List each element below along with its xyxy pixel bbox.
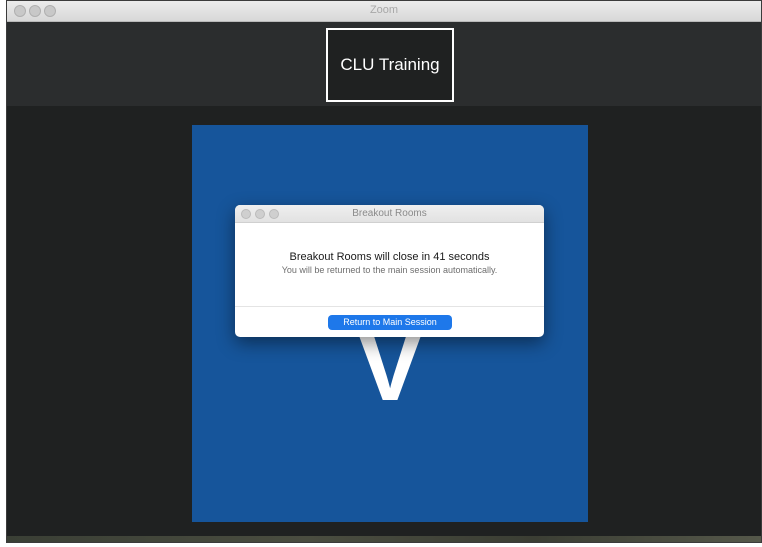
return-to-main-session-button[interactable]: Return to Main Session	[328, 315, 452, 330]
window-titlebar[interactable]: Zoom	[7, 1, 761, 22]
breakout-rooms-dialog: Breakout Rooms Breakout Rooms will close…	[235, 205, 544, 337]
return-notice: You will be returned to the main session…	[281, 265, 498, 275]
dialog-titlebar[interactable]: Breakout Rooms	[235, 205, 544, 223]
countdown-message: Breakout Rooms will close in 41 seconds	[289, 251, 490, 263]
meeting-name-label: CLU Training	[340, 55, 440, 74]
active-speaker-band: CLU Training	[7, 22, 761, 106]
dialog-divider	[235, 306, 544, 307]
meeting-name-tag[interactable]: CLU Training	[326, 28, 454, 102]
dialog-title: Breakout Rooms	[352, 208, 427, 219]
bottom-video-strip	[7, 536, 761, 542]
window-title: Zoom	[369, 4, 399, 16]
